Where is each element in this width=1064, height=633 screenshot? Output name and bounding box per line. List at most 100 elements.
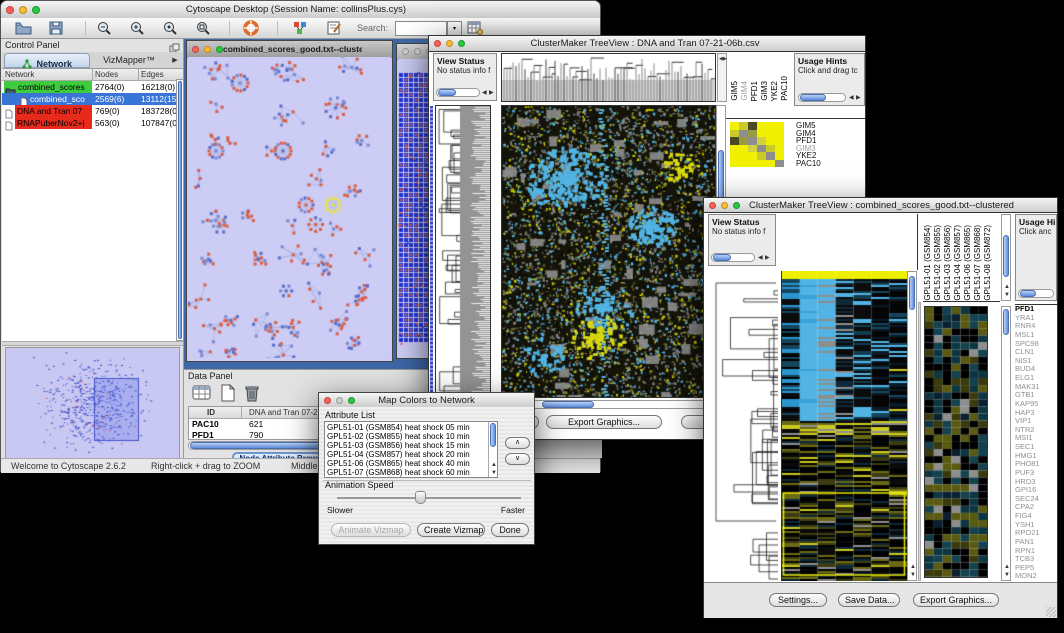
- scroll-left-icon[interactable]: ◀: [758, 255, 763, 262]
- column-dendrogram-canvas[interactable]: [501, 53, 716, 102]
- attribute-item[interactable]: GPL51-04 (GSM857) heat shock 20 min: [327, 450, 487, 459]
- column-label[interactable]: GPL51-01 (GSM854): [923, 225, 933, 301]
- save-icon[interactable]: [49, 21, 63, 40]
- scroll-down-icon[interactable]: ▼: [910, 572, 916, 579]
- minimize-button[interactable]: [204, 46, 211, 53]
- column-label[interactable]: GPL51-03 (GSM856): [943, 225, 953, 301]
- close-button[interactable]: [402, 48, 409, 55]
- zoom-out-icon[interactable]: [97, 21, 112, 41]
- minimize-button[interactable]: [19, 6, 27, 14]
- column-label[interactable]: PAC10: [780, 76, 790, 101]
- search-input[interactable]: [395, 21, 447, 36]
- network-table-scrollbar[interactable]: [176, 79, 184, 341]
- zoom-heatmap-canvas[interactable]: [924, 306, 988, 578]
- scroll-down-icon[interactable]: ▼: [1004, 572, 1010, 579]
- tab-vizmapper[interactable]: VizMapper™: [92, 53, 166, 68]
- view-status-scrollbar[interactable]: [711, 253, 755, 262]
- zoom-button[interactable]: [216, 46, 223, 53]
- treeview-dna-titlebar[interactable]: ClusterMaker TreeView : DNA and Tran 07-…: [429, 36, 865, 52]
- scroll-right-icon[interactable]: ▶: [856, 95, 861, 102]
- settings-button[interactable]: Settings...: [769, 593, 827, 607]
- attribute-list-scrollbar[interactable]: ▲ ▼: [488, 422, 497, 477]
- scroll-up-icon[interactable]: ▲: [910, 564, 916, 571]
- attribute-item[interactable]: GPL51-03 (GSM856) heat shock 15 min: [327, 441, 487, 450]
- gene-list[interactable]: PFD1YRA1RNR4MSL1SPC98CLN1NIS1BUD4ELG1MAK…: [1015, 304, 1058, 582]
- zoom-button[interactable]: [733, 202, 740, 209]
- col-header-network[interactable]: Network: [5, 70, 34, 79]
- attribute-item[interactable]: GPL51-02 (GSM855) heat shock 10 min: [327, 432, 487, 441]
- annotation-icon[interactable]: [327, 21, 342, 40]
- save-data-button[interactable]: Save Data...: [838, 593, 900, 607]
- gene-label[interactable]: PAC10: [796, 160, 864, 168]
- help-ring-icon[interactable]: [243, 20, 259, 41]
- close-button[interactable]: [324, 397, 331, 404]
- column-label[interactable]: GIM4: [740, 81, 750, 101]
- heatmap-canvas[interactable]: [781, 271, 907, 581]
- animate-vizmap-button[interactable]: Animate Vizmap: [331, 523, 411, 537]
- zoom-button[interactable]: [32, 6, 40, 14]
- create-vizmap-button[interactable]: Create Vizmap: [417, 523, 485, 537]
- dialog-titlebar[interactable]: Map Colors to Network: [319, 393, 534, 408]
- similarity-matrix[interactable]: [730, 122, 784, 167]
- scroll-left-icon[interactable]: ◀: [849, 95, 854, 102]
- attribute-list[interactable]: GPL51-01 (GSM854) heat shock 05 minGPL51…: [324, 421, 498, 478]
- main-titlebar[interactable]: Cytoscape Desktop (Session Name: collins…: [1, 1, 600, 19]
- new-attribute-icon[interactable]: [220, 384, 236, 407]
- column-label[interactable]: YKE2: [770, 81, 780, 101]
- gene-list[interactable]: GIM5GIM4PFD1GIM3YKE2PAC10: [796, 122, 864, 172]
- attribute-item[interactable]: GPL51-01 (GSM854) heat shock 05 min: [327, 423, 487, 432]
- scroll-down-icon[interactable]: ▼: [491, 470, 497, 477]
- network-canvas[interactable]: [188, 57, 391, 358]
- tab-network[interactable]: Network: [4, 53, 90, 68]
- column-label[interactable]: GPL51-07 (GSM868): [973, 225, 983, 301]
- speed-slider-thumb[interactable]: [415, 491, 426, 504]
- close-button[interactable]: [6, 6, 14, 14]
- table-row-selected[interactable]: combined_sco 2569(6) 13112(15): [2, 93, 183, 105]
- column-label[interactable]: GIM5: [730, 81, 740, 101]
- minimize-button[interactable]: [414, 48, 421, 55]
- scroll-right-icon[interactable]: ▶: [489, 90, 494, 97]
- minimize-button[interactable]: [446, 40, 453, 47]
- zoom-v-scrollbar[interactable]: ▲ ▼: [1001, 306, 1011, 581]
- vizmapper-icon[interactable]: [293, 21, 308, 40]
- column-label[interactable]: GPL51-08 (GSM872): [983, 225, 993, 301]
- gene-label[interactable]: MON2: [1015, 572, 1058, 581]
- scroll-down-icon[interactable]: ▼: [1004, 292, 1010, 299]
- scroll-up-icon[interactable]: ▲: [491, 462, 497, 469]
- close-button[interactable]: [709, 202, 716, 209]
- network-view-titlebar[interactable]: combined_scores_good.txt--cluste...: [187, 41, 392, 58]
- tab-overflow-button[interactable]: ▶: [168, 53, 182, 68]
- scroll-left-icon[interactable]: ◀: [482, 90, 487, 97]
- move-down-button[interactable]: ∨: [505, 453, 530, 465]
- done-button[interactable]: Done: [491, 523, 529, 537]
- attribute-item[interactable]: GPL51-07 (GSM868) heat shock 60 min: [327, 468, 487, 477]
- column-label[interactable]: PFD1: [750, 81, 760, 101]
- treeview-combined-titlebar[interactable]: ClusterMaker TreeView : combined_scores_…: [704, 198, 1057, 213]
- speed-slider-track[interactable]: [337, 497, 521, 499]
- row-dendrogram-canvas[interactable]: [435, 105, 491, 398]
- column-label[interactable]: GIM3: [760, 81, 770, 101]
- delete-attribute-icon[interactable]: [244, 384, 260, 407]
- open-file-icon[interactable]: [15, 21, 32, 40]
- scroll-right-icon[interactable]: ▶: [765, 255, 770, 262]
- export-graphics-button[interactable]: Export Graphics...: [546, 415, 662, 429]
- close-button[interactable]: [192, 46, 199, 53]
- view-status-scrollbar[interactable]: [436, 88, 480, 97]
- network-overview-canvas[interactable]: [5, 347, 180, 459]
- col-header-id[interactable]: ID: [207, 408, 215, 417]
- column-label[interactable]: GPL51-04 (GSM857): [953, 225, 963, 301]
- minimize-button[interactable]: [721, 202, 728, 209]
- zoom-button[interactable]: [458, 40, 465, 47]
- usage-hints-scrollbar[interactable]: [1018, 289, 1054, 298]
- usage-hints-scrollbar[interactable]: [798, 93, 846, 102]
- move-up-button[interactable]: ∧: [505, 437, 530, 449]
- zoom-button[interactable]: [348, 397, 355, 404]
- zoom-in-icon[interactable]: [130, 21, 145, 41]
- zoom-fit-icon[interactable]: [196, 21, 211, 41]
- table-row[interactable]: RNAPuberNov2+| 563(0) 107847(0): [2, 117, 183, 129]
- col-header-edges[interactable]: Edges: [141, 70, 164, 79]
- scroll-up-icon[interactable]: ▲: [1004, 284, 1010, 291]
- dendrogram-splitter[interactable]: ◀▶: [717, 53, 727, 102]
- row-selection-strip[interactable]: [430, 106, 433, 396]
- column-label[interactable]: GPL51-06 (GSM865): [963, 225, 973, 301]
